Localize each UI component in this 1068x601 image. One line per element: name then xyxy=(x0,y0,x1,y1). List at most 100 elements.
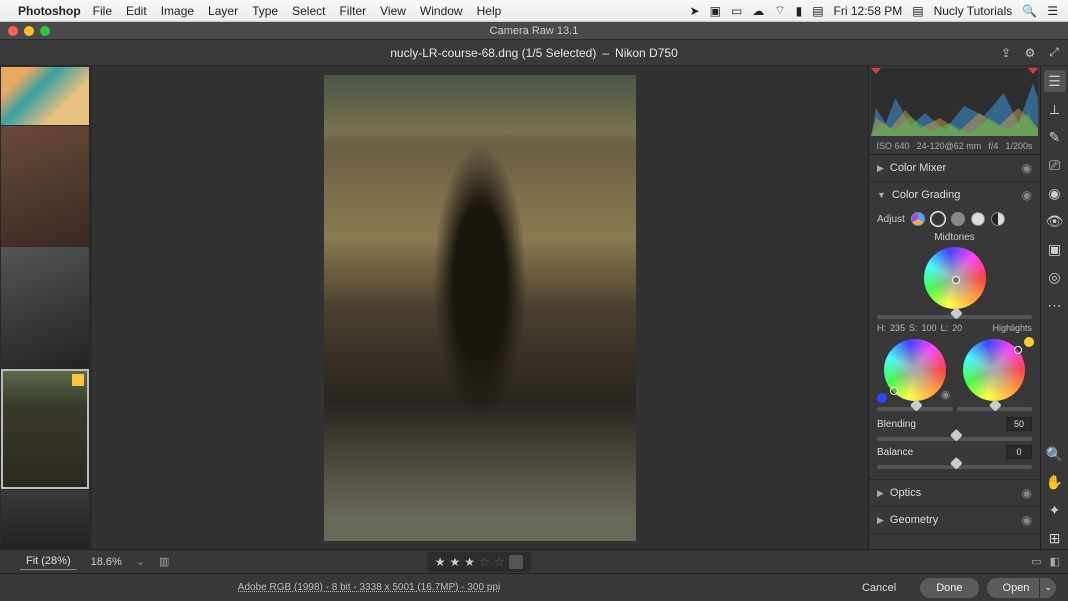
grid-tool-icon[interactable]: ⊞ xyxy=(1044,527,1066,549)
close-window-icon[interactable] xyxy=(8,26,18,36)
adjust-midtones-button[interactable] xyxy=(951,212,965,226)
section-header-geometry[interactable]: ▶ Geometry ◉ xyxy=(869,507,1040,533)
workflow-options-link[interactable]: Adobe RGB (1998) - 8 bit - 3338 x 5001 (… xyxy=(238,582,500,593)
menu-image[interactable]: Image xyxy=(161,4,194,18)
image-canvas[interactable] xyxy=(92,66,868,549)
user-flag-icon[interactable]: ▤ xyxy=(912,4,923,18)
balance-value[interactable]: 0 xyxy=(1006,445,1032,459)
thumbnail[interactable] xyxy=(1,126,89,246)
shadows-color-wheel[interactable] xyxy=(884,339,946,401)
blending-value[interactable]: 50 xyxy=(1006,417,1032,431)
menu-type[interactable]: Type xyxy=(252,4,278,18)
thumbnail[interactable] xyxy=(1,247,89,367)
single-view-icon[interactable]: ▭ xyxy=(1031,555,1041,568)
eye-tool-icon[interactable]: 👁 xyxy=(1044,210,1066,232)
midtones-color-wheel[interactable] xyxy=(924,247,986,309)
mask-tool-icon[interactable]: ▣ xyxy=(1044,238,1066,260)
midtones-luminance-slider[interactable] xyxy=(877,315,1032,319)
spotlight-icon[interactable]: 🔍 xyxy=(1022,4,1037,18)
settings-icon[interactable]: ⚙ xyxy=(1022,45,1038,61)
zoom-window-icon[interactable] xyxy=(40,26,50,36)
control-center-icon[interactable]: ☰ xyxy=(1047,4,1058,18)
menu-help[interactable]: Help xyxy=(477,4,502,18)
menu-layer[interactable]: Layer xyxy=(208,4,238,18)
shadows-luminance-slider[interactable] xyxy=(877,407,953,411)
h-label: H: xyxy=(877,323,886,333)
menu-file[interactable]: File xyxy=(93,4,112,18)
star-1[interactable]: ★ xyxy=(435,555,446,569)
cancel-button[interactable]: Cancel xyxy=(846,578,912,598)
star-4[interactable]: ☆ xyxy=(479,555,490,569)
star-5[interactable]: ☆ xyxy=(494,555,505,569)
redeye-tool-icon[interactable]: ◎ xyxy=(1044,266,1066,288)
zoom-tool-icon[interactable]: 🔍 xyxy=(1044,443,1066,465)
highlight-clip-icon[interactable] xyxy=(1028,68,1038,74)
menu-filter[interactable]: Filter xyxy=(339,4,366,18)
visibility-icon[interactable]: ◉ xyxy=(941,388,951,401)
section-header-color-mixer[interactable]: ▶ Color Mixer ◉ xyxy=(869,155,1040,181)
wifi-icon[interactable]: ⌔ xyxy=(774,3,785,18)
edit-panel: ISO 640 24-120@62 mm f/4 1/200s ▶ Color … xyxy=(868,66,1040,549)
visibility-icon[interactable]: ◉ xyxy=(1022,161,1032,175)
location-icon[interactable]: ➤ xyxy=(690,4,700,18)
visibility-icon[interactable]: ◉ xyxy=(1022,486,1032,500)
highlights-luminance-slider[interactable] xyxy=(957,407,1033,411)
star-3[interactable]: ★ xyxy=(464,555,475,569)
zoom-fit-select[interactable]: Fit (28%) xyxy=(20,553,77,570)
radial-tool-icon[interactable]: ◉ xyxy=(1044,182,1066,204)
histogram[interactable] xyxy=(871,68,1038,136)
before-after-icon[interactable]: ◧ xyxy=(1050,555,1060,568)
done-button[interactable]: Done xyxy=(920,578,978,598)
visibility-icon[interactable]: ◉ xyxy=(1022,188,1032,202)
recorder-icon[interactable]: ▣ xyxy=(710,4,721,18)
heal-tool-icon[interactable]: ✎ xyxy=(1044,126,1066,148)
sampler-tool-icon[interactable]: ✦ xyxy=(1044,499,1066,521)
thumbnail-selected[interactable] xyxy=(1,369,89,489)
adjust-global-button[interactable] xyxy=(991,212,1005,226)
menu-select[interactable]: Select xyxy=(292,4,325,18)
balance-slider[interactable] xyxy=(877,465,1032,469)
separator: – xyxy=(602,46,609,60)
share-icon[interactable]: ⇪ xyxy=(998,45,1014,61)
edit-tool-icon[interactable]: ☰ xyxy=(1044,70,1066,92)
menu-edit[interactable]: Edit xyxy=(126,4,147,18)
presets-tool-icon[interactable]: ⋯ xyxy=(1044,294,1066,316)
star-2[interactable]: ★ xyxy=(450,555,461,569)
wheel-marker[interactable] xyxy=(890,387,898,395)
adjust-highlights-button[interactable] xyxy=(971,212,985,226)
adjust-3way-button[interactable] xyxy=(911,212,925,226)
shadow-clip-icon[interactable] xyxy=(871,68,881,74)
flag-icon[interactable]: ▤ xyxy=(812,4,823,18)
crop-tool-icon[interactable]: ⟂ xyxy=(1044,98,1066,120)
cc-icon[interactable]: ☁ xyxy=(752,4,764,18)
menu-view[interactable]: View xyxy=(380,4,406,18)
menubar-user[interactable]: Nucly Tutorials xyxy=(934,4,1013,18)
blending-slider[interactable] xyxy=(877,437,1032,441)
thumbnail[interactable] xyxy=(1,67,89,125)
section-header-optics[interactable]: ▶ Optics ◉ xyxy=(869,480,1040,506)
open-button[interactable]: Open xyxy=(987,578,1040,598)
brush-tool-icon[interactable]: ⎚ xyxy=(1044,154,1066,176)
visibility-icon[interactable]: ◉ xyxy=(1022,513,1032,527)
zoom-dropdown-icon[interactable]: ⌄ xyxy=(136,555,145,568)
hand-tool-icon[interactable]: ✋ xyxy=(1044,471,1066,493)
filmstrip[interactable] xyxy=(0,66,92,549)
zoom-percent[interactable]: 18.6% xyxy=(91,556,122,568)
wheel-marker[interactable] xyxy=(952,276,960,284)
app-name[interactable]: Photoshop xyxy=(18,4,81,18)
wheel-marker[interactable] xyxy=(1014,346,1022,354)
compare-icon[interactable]: ▥ xyxy=(159,555,169,568)
thumbnail[interactable] xyxy=(1,490,89,548)
menu-window[interactable]: Window xyxy=(420,4,463,18)
highlights-color-wheel[interactable] xyxy=(963,339,1025,401)
fullscreen-icon[interactable]: ⤢ xyxy=(1046,45,1062,61)
minimize-window-icon[interactable] xyxy=(24,26,34,36)
battery-icon[interactable]: ▮ xyxy=(796,4,803,18)
menubar-clock[interactable]: Fri 12:58 PM xyxy=(834,4,903,18)
rating-bar: ★ ★ ★ ☆ ☆ xyxy=(427,552,531,572)
adjust-shadows-button[interactable] xyxy=(931,212,945,226)
section-header-color-grading[interactable]: ▼ Color Grading ◉ xyxy=(869,182,1040,208)
color-label-picker[interactable] xyxy=(509,555,523,569)
display-icon[interactable]: ▭ xyxy=(731,4,742,18)
open-dropdown-icon[interactable]: ⌄ xyxy=(1039,578,1056,598)
